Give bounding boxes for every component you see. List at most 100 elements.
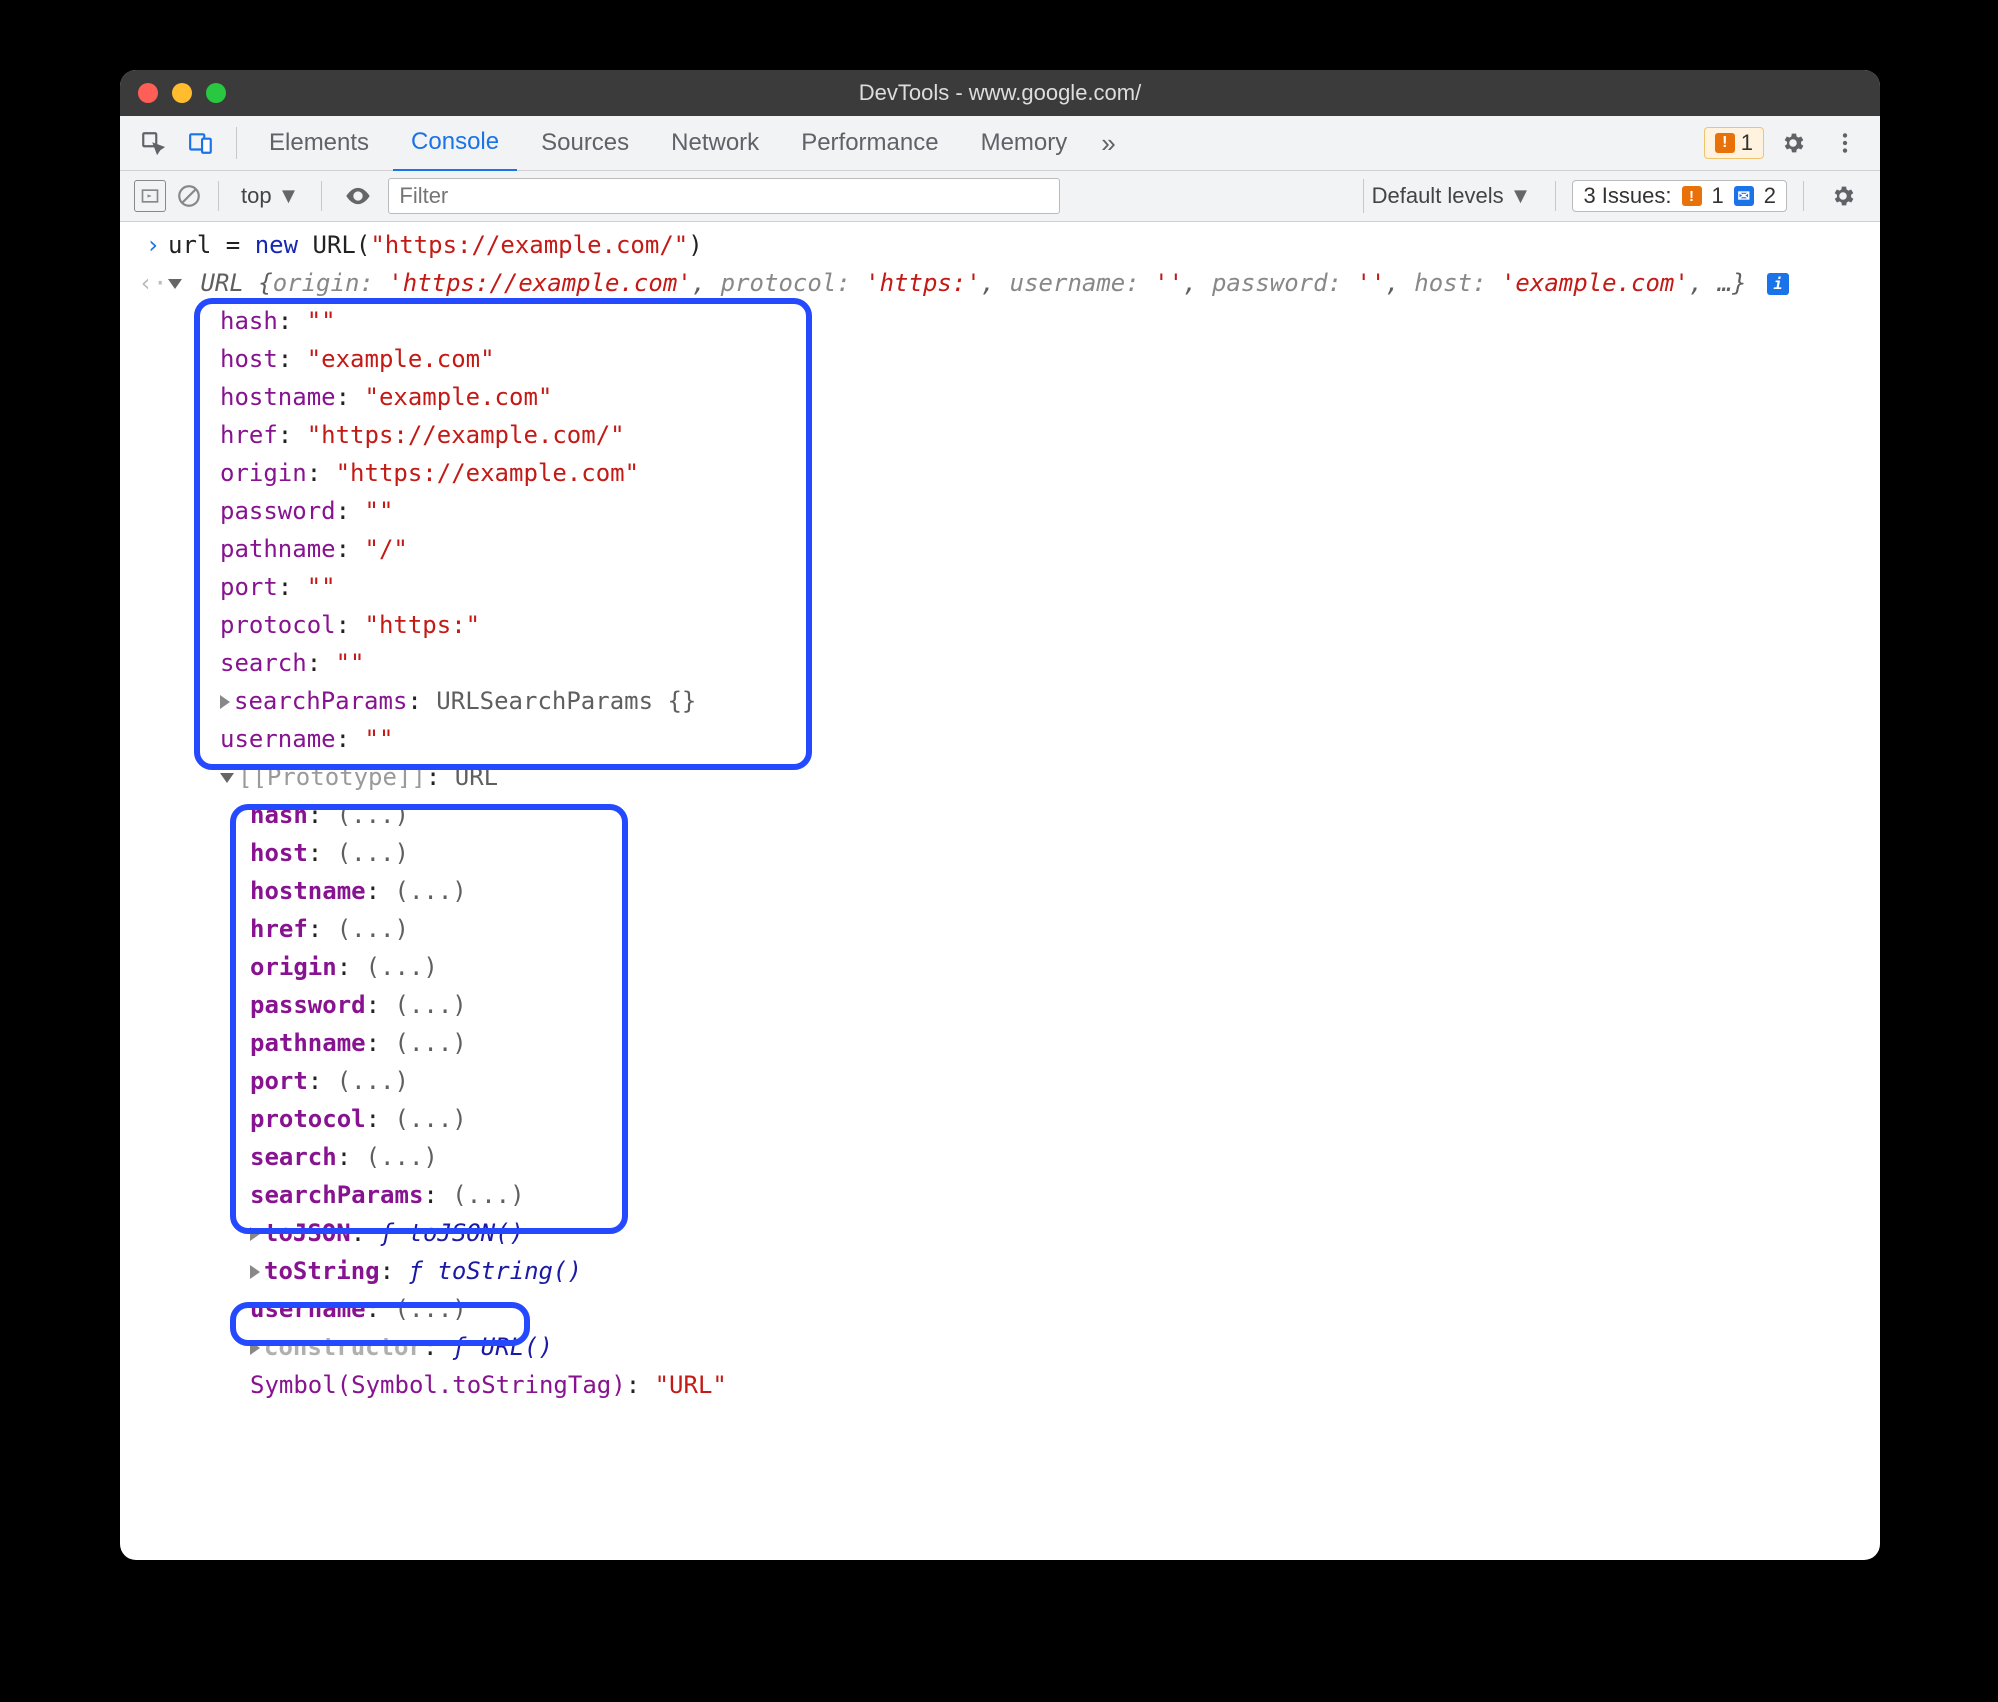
property-row[interactable]: pathname: (...) <box>250 1024 1880 1062</box>
colon: : <box>278 307 307 335</box>
property-row[interactable]: searchParams: URLSearchParams {} <box>220 682 1880 720</box>
object-summary[interactable]: URL {origin: 'https://example.com', prot… <box>168 264 1862 302</box>
tab-performance[interactable]: Performance <box>783 116 956 170</box>
property-row[interactable]: pathname: "/" <box>220 530 1880 568</box>
property-row[interactable]: toString: ƒ toString() <box>250 1252 1880 1290</box>
settings-icon[interactable] <box>1770 130 1816 156</box>
code-paren: ) <box>688 231 702 259</box>
tab-console[interactable]: Console <box>393 115 517 172</box>
prop-val: "https://example.com" <box>336 459 639 487</box>
property-row[interactable]: username: "" <box>220 720 1880 758</box>
property-row[interactable]: search: "" <box>220 644 1880 682</box>
summary-tail: , …} <box>1689 269 1747 297</box>
property-row[interactable]: host: "example.com" <box>220 340 1880 378</box>
colon: : <box>366 877 395 905</box>
colon: : <box>308 801 337 829</box>
prop-key: port <box>250 1067 308 1095</box>
log-levels-selector[interactable]: Default levels ▼ <box>1363 179 1540 213</box>
property-row[interactable]: password: "" <box>220 492 1880 530</box>
property-row[interactable]: href: "https://example.com/" <box>220 416 1880 454</box>
inspect-element-icon[interactable] <box>132 130 174 156</box>
prop-key: constructor <box>264 1333 423 1361</box>
property-row[interactable]: Symbol(Symbol.toStringTag): "URL" <box>250 1366 1880 1404</box>
tabs-overflow[interactable]: » <box>1091 128 1125 159</box>
property-row[interactable]: protocol: "https:" <box>220 606 1880 644</box>
console-settings-icon[interactable] <box>1820 183 1866 209</box>
property-row[interactable]: origin: "https://example.com" <box>220 454 1880 492</box>
expand-toggle-icon[interactable] <box>220 695 230 709</box>
colon: : <box>366 1105 395 1133</box>
summary-val: '' <box>1154 269 1183 297</box>
live-expression-icon[interactable] <box>338 182 378 210</box>
devtools-tabbar: Elements Console Sources Network Perform… <box>120 116 1880 171</box>
property-row[interactable]: username: (...) <box>250 1290 1880 1328</box>
prop-key: href <box>220 421 278 449</box>
property-row[interactable]: constructor: ƒ URL() <box>250 1328 1880 1366</box>
tab-elements[interactable]: Elements <box>251 116 387 170</box>
titlebar: DevTools - www.google.com/ <box>120 70 1880 116</box>
clear-console-icon[interactable] <box>176 183 202 209</box>
warning-icon: ! <box>1682 186 1702 206</box>
toggle-sidebar-icon[interactable] <box>134 180 166 212</box>
property-row[interactable]: searchParams: (...) <box>250 1176 1880 1214</box>
console-output[interactable]: › url = new URL("https://example.com/") … <box>120 222 1880 1560</box>
console-input-code[interactable]: url = new URL("https://example.com/") <box>168 226 1862 264</box>
property-row[interactable]: port: (...) <box>250 1062 1880 1100</box>
prop-val: "" <box>307 307 336 335</box>
tab-sources[interactable]: Sources <box>523 116 647 170</box>
property-row[interactable]: host: (...) <box>250 834 1880 872</box>
colon: : <box>423 1181 452 1209</box>
property-row[interactable]: port: "" <box>220 568 1880 606</box>
code-class: URL <box>298 231 356 259</box>
expand-toggle-icon[interactable] <box>168 279 182 289</box>
issues-warn-count: 1 <box>1712 183 1724 209</box>
expand-toggle-icon[interactable] <box>220 773 234 783</box>
property-row[interactable]: href: (...) <box>250 910 1880 948</box>
issues-counter[interactable]: 3 Issues: ! 1 ✉ 2 <box>1572 180 1787 212</box>
expand-toggle-icon[interactable] <box>250 1341 260 1355</box>
prop-val: (...) <box>366 953 438 981</box>
property-row[interactable]: hostname: (...) <box>250 872 1880 910</box>
separator <box>218 181 219 211</box>
device-toolbar-icon[interactable] <box>180 130 222 156</box>
property-row[interactable]: hash: "" <box>220 302 1880 340</box>
issues-label: 3 Issues: <box>1583 183 1671 209</box>
expand-toggle-icon[interactable] <box>250 1265 260 1279</box>
info-badge-icon[interactable]: i <box>1767 273 1789 295</box>
prototype-row[interactable]: [[Prototype]]: URL <box>120 758 1880 796</box>
summary-key: username: <box>1010 269 1155 297</box>
prop-val: (...) <box>337 801 409 829</box>
minimize-window-button[interactable] <box>172 83 192 103</box>
prop-key: protocol <box>250 1105 366 1133</box>
warning-count: 1 <box>1741 130 1753 156</box>
expand-toggle-icon[interactable] <box>250 1227 260 1241</box>
close-window-button[interactable] <box>138 83 158 103</box>
more-options-icon[interactable] <box>1822 130 1868 156</box>
execution-context-selector[interactable]: top ▼ <box>235 183 305 209</box>
property-row[interactable]: search: (...) <box>250 1138 1880 1176</box>
colon: : <box>336 611 365 639</box>
issues-info-count: 2 <box>1764 183 1776 209</box>
prop-key: search <box>250 1143 337 1171</box>
property-row[interactable]: hash: (...) <box>250 796 1880 834</box>
console-output-row: ‹· URL {origin: 'https://example.com', p… <box>120 264 1880 302</box>
prop-val: (...) <box>395 1105 467 1133</box>
property-row[interactable]: password: (...) <box>250 986 1880 1024</box>
colon: : <box>336 497 365 525</box>
property-row[interactable]: protocol: (...) <box>250 1100 1880 1138</box>
tab-memory[interactable]: Memory <box>963 116 1086 170</box>
filter-input[interactable] <box>388 178 1060 214</box>
prop-val: ƒ URL() <box>452 1333 553 1361</box>
tab-network[interactable]: Network <box>653 116 777 170</box>
property-row[interactable]: hostname: "example.com" <box>220 378 1880 416</box>
toolbar-warnings-badge[interactable]: ! 1 <box>1704 127 1764 159</box>
colon: : <box>626 1371 655 1399</box>
console-toolbar: top ▼ Default levels ▼ 3 Issues: ! 1 ✉ 2 <box>120 171 1880 222</box>
code-string: "https://example.com/" <box>370 231 688 259</box>
property-row[interactable]: toJSON: ƒ toJSON() <box>250 1214 1880 1252</box>
prop-key: pathname <box>220 535 336 563</box>
devtools-window: DevTools - www.google.com/ Elements Cons… <box>120 70 1880 1560</box>
property-row[interactable]: origin: (...) <box>250 948 1880 986</box>
maximize-window-button[interactable] <box>206 83 226 103</box>
summary-val: 'example.com' <box>1501 269 1689 297</box>
